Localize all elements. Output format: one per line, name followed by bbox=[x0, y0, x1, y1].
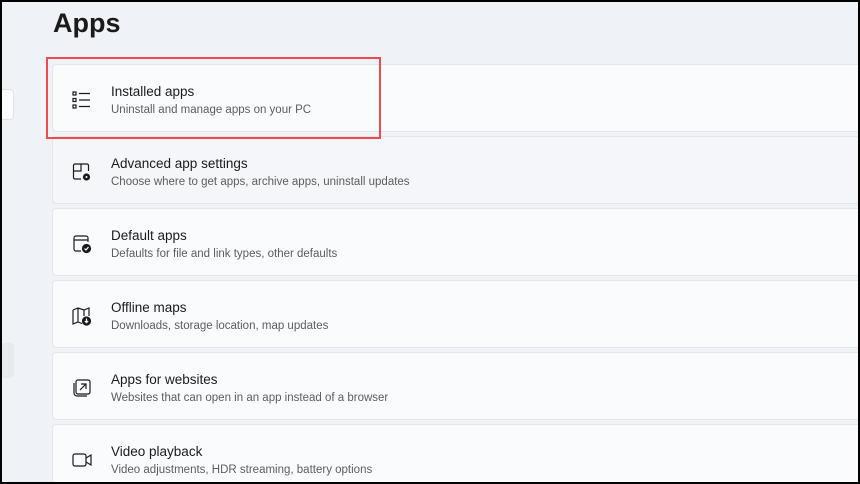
video-icon bbox=[72, 453, 92, 467]
offline-maps-icon bbox=[72, 307, 92, 326]
page-title: Apps bbox=[53, 8, 121, 38]
item-subtitle: Websites that can open in an app instead… bbox=[111, 392, 389, 404]
settings-window: Apps Installed apps Uninstall and manage… bbox=[2, 2, 858, 482]
sidebar-search-box[interactable] bbox=[2, 89, 14, 120]
default-apps-icon bbox=[73, 235, 92, 254]
settings-item-offline-maps[interactable]: Offline maps Downloads, storage location… bbox=[52, 280, 858, 348]
item-subtitle: Downloads, storage location, map updates bbox=[111, 320, 329, 332]
settings-item-apps-for-websites[interactable]: Apps for websites Websites that can open… bbox=[52, 352, 858, 420]
item-subtitle: Choose where to get apps, archive apps, … bbox=[111, 176, 410, 188]
item-title: Default apps bbox=[111, 228, 187, 243]
sidebar-item-selected[interactable] bbox=[2, 343, 14, 378]
app-settings-icon bbox=[72, 163, 91, 181]
settings-item-video-playback[interactable]: Video playback Video adjustments, HDR st… bbox=[52, 424, 858, 482]
item-title: Apps for websites bbox=[111, 372, 218, 387]
item-title: Video playback bbox=[111, 444, 203, 459]
item-title: Offline maps bbox=[111, 300, 187, 315]
item-subtitle: Defaults for file and link types, other … bbox=[111, 248, 338, 260]
item-title: Advanced app settings bbox=[111, 156, 248, 171]
settings-item-advanced-app-settings[interactable]: Advanced app settings Choose where to ge… bbox=[52, 136, 858, 204]
highlight-box bbox=[46, 57, 381, 139]
apps-for-websites-icon bbox=[73, 379, 91, 397]
item-subtitle: Video adjustments, HDR streaming, batter… bbox=[111, 464, 373, 476]
settings-item-default-apps[interactable]: Default apps Defaults for file and link … bbox=[52, 208, 858, 276]
